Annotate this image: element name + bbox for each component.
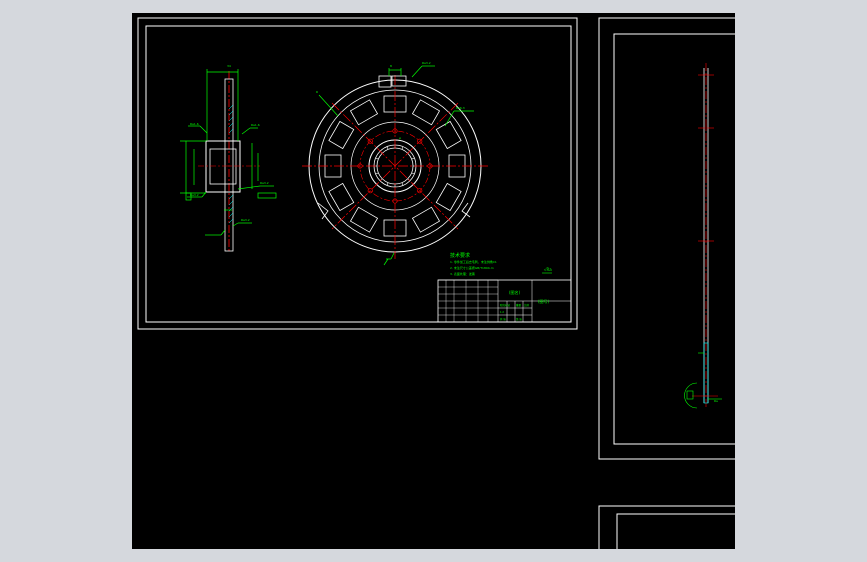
svg-text:Ra1.6: Ra1.6: [251, 123, 260, 127]
svg-text:Ra3.2: Ra3.2: [241, 218, 250, 222]
sheet-outer-border: [137, 17, 578, 330]
svg-text:34: 34: [227, 64, 231, 68]
disk-slot: [349, 206, 379, 233]
svg-text:Ra6.3: Ra6.3: [456, 106, 465, 110]
svg-text:重量: 重量: [516, 303, 522, 307]
disk-slot: [435, 120, 462, 150]
tech-req-line-2: 2. 未注尺寸公差按GB/T1804-m: [450, 265, 494, 270]
svg-text:Ra1.6: Ra1.6: [190, 122, 199, 126]
title-block[interactable]: 阶段标记 重量 比例 1:2 共 张 第 张 (图名) (图号): [437, 279, 572, 323]
spline-tooth: [375, 157, 379, 160]
svg-text:比例: 比例: [524, 303, 530, 307]
disk-slot: [411, 206, 441, 233]
section-view[interactable]: 34 Ra1.6 Ra1.6 Ra3.2 Ra3.2 Ra3.2: [180, 64, 277, 253]
lower-sheet-outer-border: [598, 505, 735, 549]
roughness-symbol: √Ra: [544, 267, 552, 272]
spline-tooth: [411, 172, 415, 175]
lower-sheet-inner-border: [616, 513, 735, 549]
front-view-disk[interactable]: Ra3.2 R Ra6.3 8 φ: [302, 61, 488, 266]
svg-text:Ra3.2: Ra3.2: [422, 61, 431, 65]
disk-slot: [435, 182, 462, 212]
spline-tooth: [386, 146, 389, 150]
disk-slot: [328, 120, 355, 150]
spline-tooth: [401, 146, 404, 150]
svg-text:1:2: 1:2: [500, 310, 504, 314]
svg-text:8: 8: [390, 64, 392, 68]
right-sheet-section-view[interactable]: Ra: [684, 63, 723, 409]
svg-text:φ: φ: [399, 136, 401, 140]
svg-text:第 张: 第 张: [516, 317, 522, 321]
cad-drawing-viewport[interactable]: 34 Ra1.6 Ra1.6 Ra3.2 Ra3.2 Ra3.2 Ra3.2 R…: [132, 13, 735, 549]
disk-slot: [328, 182, 355, 212]
title-block-name: (图号): [538, 298, 550, 304]
spline-tooth: [375, 172, 379, 175]
disk-slot: [349, 99, 379, 126]
right-sheet-inner-border: [613, 33, 735, 445]
svg-text:Ra3.2: Ra3.2: [190, 193, 199, 197]
right-sheet-outer-border: [598, 17, 735, 460]
spline-tooth: [411, 157, 415, 160]
disk-slot: [411, 99, 441, 126]
svg-text:Ra: Ra: [714, 399, 718, 403]
svg-text:Ra3.2: Ra3.2: [260, 181, 269, 185]
svg-text:共 张: 共 张: [500, 317, 506, 321]
tech-req-title: 技术要求: [450, 252, 470, 259]
tech-req-line-3: 3. 表面处理：发黑: [450, 271, 475, 276]
svg-text:阶段标记: 阶段标记: [500, 303, 511, 307]
spline-tooth: [386, 182, 389, 186]
tech-requirements: 技术要求 1. 零件加工后去毛刺，未注倒角C1 2. 未注尺寸公差按GB/T18…: [450, 252, 552, 276]
tech-req-line-1: 1. 零件加工后去毛刺，未注倒角C1: [450, 259, 497, 264]
cad-canvas[interactable]: 34 Ra1.6 Ra1.6 Ra3.2 Ra3.2 Ra3.2 Ra3.2 R…: [132, 13, 735, 549]
svg-text:R: R: [316, 90, 318, 94]
sheet-label: (图名): [509, 289, 521, 295]
spline-tooth: [401, 182, 404, 186]
